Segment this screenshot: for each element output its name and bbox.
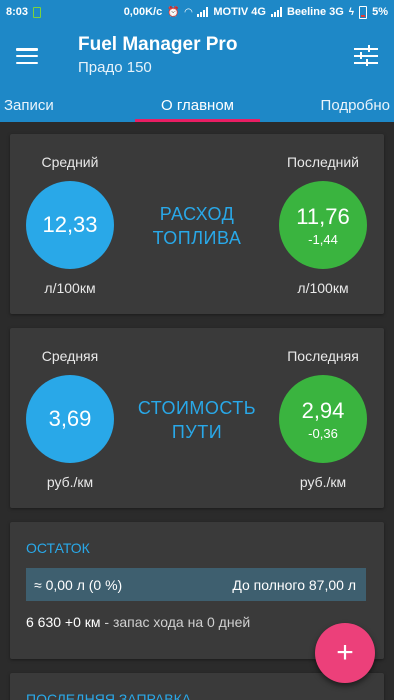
avg-consumption-value: 12,33 xyxy=(42,212,98,237)
carrier-1: MOTIV 4G xyxy=(213,6,266,18)
remainder-to-full: До полного 87,00 л xyxy=(232,576,356,593)
tab-bar: Записи О главном Подробно xyxy=(0,88,394,122)
remainder-title: ОСТАТОК xyxy=(26,540,90,556)
plus-icon: + xyxy=(336,636,354,669)
tab-details[interactable]: Подробно xyxy=(321,88,394,122)
status-time: 8:03 xyxy=(6,6,29,18)
avg-label: Средний xyxy=(41,154,99,170)
tab-overview[interactable]: О главном xyxy=(70,88,325,122)
signal-icon xyxy=(197,7,209,17)
unit-left: л/100км xyxy=(44,280,96,296)
tab-indicator xyxy=(135,119,260,122)
app-bar: Fuel Manager Pro Прадо 150 xyxy=(0,24,394,88)
last-refuel-title: ПОСЛЕДНЯЯ ЗАПРАВКА xyxy=(26,691,192,700)
unit-right: л/100км xyxy=(297,280,349,296)
avg-label: Средняя xyxy=(41,348,99,364)
tab-records[interactable]: Записи xyxy=(0,88,70,122)
remainder-amount: ≈ 0,00 л (0 %) xyxy=(34,576,123,593)
status-bar: 8:03 0,00K/c ⏰ ◠ MOTIV 4G Beeline 3G ϟ 5… xyxy=(0,0,394,24)
range-text: - запас хода на 0 дней xyxy=(100,614,251,630)
signal-icon-2 xyxy=(270,7,282,17)
menu-icon[interactable] xyxy=(16,48,38,64)
fuel-consumption-title: РАСХОД ТОПЛИВА xyxy=(152,204,242,248)
last-consumption-value: 11,76 xyxy=(296,203,350,229)
last-cost-circle: 2,94 -0,36 xyxy=(279,375,367,463)
last-label: Последняя xyxy=(287,348,359,364)
avg-cost-value: 3,69 xyxy=(48,406,92,431)
add-record-button[interactable]: + xyxy=(315,623,375,683)
avg-consumption-circle: 12,33 xyxy=(26,181,114,269)
last-consumption-delta: -1,44 xyxy=(308,231,338,247)
odometer-value: 6 630 +0 км xyxy=(26,614,101,630)
odometer-line: 6 630 +0 км - запас хода на 0 дней xyxy=(26,614,250,630)
tune-settings-icon[interactable] xyxy=(354,45,378,67)
trip-cost-card[interactable]: Средняя Последняя 3,69 СТОИМОСТЬ ПУТИ 2,… xyxy=(10,328,384,508)
wifi-icon: ◠ xyxy=(184,6,193,18)
charging-icon: ϟ xyxy=(348,6,355,18)
last-cost-delta: -0,36 xyxy=(308,425,338,441)
carrier-2: Beeline 3G xyxy=(286,6,344,18)
last-label: Последний xyxy=(286,154,360,170)
vehicle-name[interactable]: Прадо 150 xyxy=(78,57,354,79)
fuel-consumption-card[interactable]: Средний Последний 12,33 РАСХОД ТОПЛИВА 1… xyxy=(10,134,384,314)
battery-icon xyxy=(359,5,368,19)
unit-left: руб./км xyxy=(46,474,94,490)
alarm-icon: ⏰ xyxy=(167,6,180,18)
avg-cost-circle: 3,69 xyxy=(26,375,114,463)
unit-right: руб./км xyxy=(299,474,347,490)
battery-percent: 5% xyxy=(372,6,388,18)
trip-cost-title: СТОИМОСТЬ ПУТИ xyxy=(137,398,257,442)
status-speed: 0,00K/c xyxy=(123,6,163,18)
app-title: Fuel Manager Pro xyxy=(78,34,238,55)
remainder-bar: ≈ 0,00 л (0 %) До полного 87,00 л xyxy=(26,568,366,601)
battery-notification-icon xyxy=(33,6,42,18)
last-cost-value: 2,94 xyxy=(301,397,345,423)
last-consumption-circle: 11,76 -1,44 xyxy=(279,181,367,269)
